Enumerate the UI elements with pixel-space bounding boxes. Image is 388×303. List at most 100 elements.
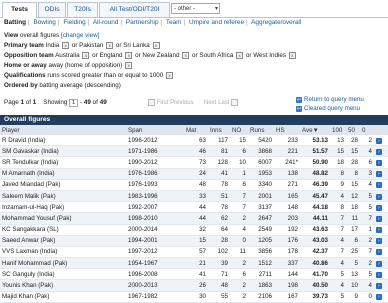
cell-hundreds: 4 <box>330 279 346 292</box>
primary-team-india: India <box>45 42 60 50</box>
tab-all-formats[interactable]: All Test/ODI/T20I <box>99 2 170 17</box>
remove-india-icon[interactable]: x <box>62 42 70 49</box>
col-mat[interactable]: Mat <box>184 125 208 135</box>
table-row: Younis Khan (Pak) 2000-2013 26 48 2 1863 198 40… <box>0 279 388 292</box>
view-details-icon[interactable]: › <box>376 204 382 211</box>
tab-odis[interactable]: ODIs <box>38 2 66 17</box>
nav-partnership[interactable]: Partnership <box>126 19 159 26</box>
view-details-icon[interactable]: › <box>376 148 382 155</box>
col-100[interactable]: 100 <box>330 125 346 135</box>
cell-player: Inzamam-ul-Haq (Pak) <box>0 201 126 214</box>
cell-fifties: 28 <box>346 156 360 169</box>
cell-inns: 48 <box>208 279 230 292</box>
or-text: or <box>115 42 122 50</box>
view-details-icon[interactable]: › <box>376 215 382 222</box>
col-ave[interactable]: Ave▼ <box>300 125 330 135</box>
last-page-button[interactable]: Last <box>218 100 229 106</box>
table-row: SR Tendulkar (India) 1990-2012 73 128 10 6007… <box>0 156 388 169</box>
nav-team[interactable]: Team <box>166 19 182 26</box>
or-text: or <box>245 52 252 60</box>
cell-player: SR Tendulkar (India) <box>0 156 126 169</box>
next-page-button[interactable]: Next <box>204 100 216 106</box>
nav-batting[interactable]: Batting <box>4 19 26 26</box>
primary-team-sri-lanka: Sri Lanka <box>123 42 150 50</box>
cell-no: 2 <box>230 257 248 270</box>
view-details-icon[interactable]: › <box>376 159 382 166</box>
nav-umpire-referee[interactable]: Umpire and referee <box>189 19 244 26</box>
tab-t20is[interactable]: T20Is <box>67 2 98 17</box>
tab-tests[interactable]: Tests <box>2 2 37 18</box>
cell-fifties: 12 <box>346 190 360 203</box>
cell-fifties: 8 <box>346 168 360 180</box>
col-inns[interactable]: Inns <box>208 125 230 135</box>
clear-link-label: Cleared query menu <box>304 105 361 112</box>
cell-action: › <box>374 257 388 270</box>
remove-home-away-icon[interactable]: x <box>125 62 133 69</box>
cell-span: 1990-2012 <box>126 156 184 169</box>
nav-fielding[interactable]: Fielding <box>63 19 85 26</box>
cell-hundreds: 5 <box>330 291 346 303</box>
or-text: or <box>71 42 78 50</box>
change-view-link[interactable]: [change view] <box>61 32 100 39</box>
view-details-icon[interactable]: › <box>376 171 382 178</box>
cell-hs: 148 <box>274 201 300 214</box>
remove-new-zealand-icon[interactable]: x <box>182 52 190 59</box>
remove-england-icon[interactable]: x <box>125 52 133 59</box>
last-page-icon[interactable] <box>231 99 239 106</box>
range-start-select[interactable]: 1 <box>69 99 79 107</box>
col-0[interactable]: 0 <box>360 125 374 135</box>
first-page-icon[interactable] <box>148 99 155 106</box>
previous-page-button[interactable]: Previous <box>170 100 193 106</box>
remove-pakistan-icon[interactable]: x <box>106 42 114 49</box>
cell-inns: 64 <box>208 224 230 236</box>
cell-hundreds: 4 <box>330 257 346 270</box>
first-page-button[interactable]: First <box>157 100 169 106</box>
cell-no: 0 <box>230 235 248 247</box>
remove-qualifications-icon[interactable]: x <box>166 72 174 79</box>
cell-hundreds: 13 <box>330 135 346 147</box>
view-details-icon[interactable]: › <box>376 283 382 290</box>
remove-australia-icon[interactable]: x <box>82 52 90 59</box>
col-no[interactable]: NO <box>230 125 248 135</box>
view-details-icon[interactable]: › <box>376 249 382 256</box>
return-to-query-link[interactable]: ↩ Return to query menu <box>296 96 364 103</box>
cell-no: 6 <box>230 145 248 158</box>
view-details-icon[interactable]: › <box>376 238 382 245</box>
remove-west-indies-icon[interactable]: x <box>288 52 296 59</box>
cell-hs: 198 <box>274 279 300 292</box>
nav-bowling[interactable]: Bowling <box>33 19 55 26</box>
view-details-icon[interactable]: › <box>376 271 382 278</box>
arrow-left-icon: ↩ <box>296 97 302 103</box>
nav-aggregate[interactable]: Aggregate/overall <box>251 19 301 26</box>
view-details-icon[interactable]: › <box>376 193 382 200</box>
opp-south-africa: South Africa <box>199 52 234 60</box>
view-details-icon[interactable]: › <box>376 260 382 267</box>
col-50[interactable]: 50 <box>346 125 360 135</box>
col-ave-label: Ave <box>302 126 313 134</box>
cell-runs: 3340 <box>248 179 274 191</box>
cell-hs: 192 <box>274 224 300 236</box>
cell-span: 1976-1993 <box>126 179 184 191</box>
col-runs[interactable]: Runs <box>248 125 274 135</box>
nav-all-round[interactable]: All-round <box>93 19 119 26</box>
col-player[interactable]: Player <box>0 125 126 135</box>
cleared-query-link[interactable]: ↩ Cleared query menu <box>296 105 360 112</box>
col-hs[interactable]: HS <box>274 125 300 135</box>
cell-ducks: 4 <box>360 145 374 158</box>
remove-sri-lanka-icon[interactable]: x <box>152 42 160 49</box>
view-details-icon[interactable]: › <box>376 137 382 144</box>
view-details-icon[interactable]: › <box>376 227 382 234</box>
cell-mat: 21 <box>184 257 208 270</box>
other-select[interactable]: - other - ▾ <box>171 3 220 14</box>
col-span[interactable]: Span <box>126 125 184 135</box>
cell-mat: 44 <box>184 201 208 214</box>
cell-hundreds: 8 <box>330 168 346 180</box>
cell-ducks: 0 <box>360 291 374 303</box>
opp-new-zealand: New Zealand <box>142 52 180 60</box>
cell-no: 4 <box>230 224 248 236</box>
home-away-label: Home or away <box>4 62 47 70</box>
remove-south-africa-icon[interactable]: x <box>236 52 244 59</box>
view-details-icon[interactable]: › <box>376 182 382 189</box>
view-details-icon[interactable]: › <box>376 294 382 301</box>
cell-span: 1994-2001 <box>126 235 184 247</box>
